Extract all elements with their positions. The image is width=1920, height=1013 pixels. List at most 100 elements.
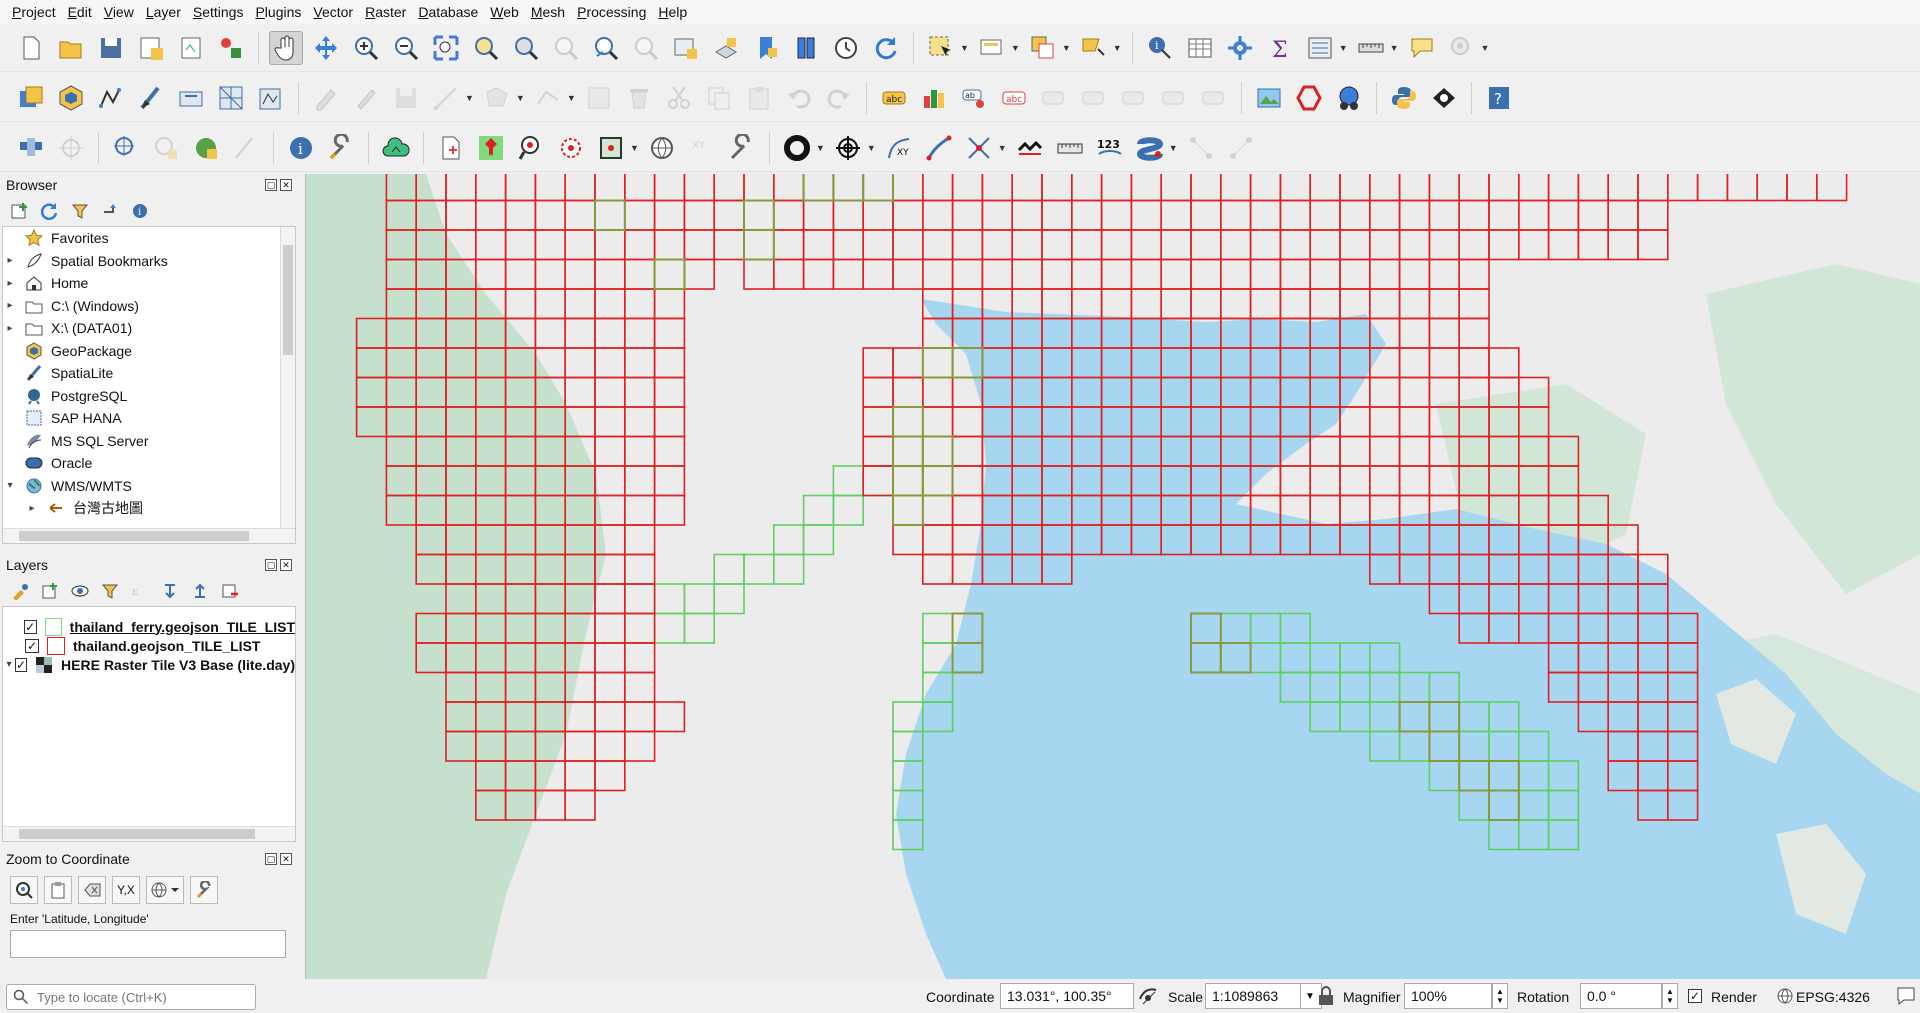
trace-icon[interactable] xyxy=(229,131,263,165)
float-panel-button[interactable]: ▢ xyxy=(265,559,277,571)
new-project-icon[interactable] xyxy=(14,31,48,65)
capture-coordinate-icon[interactable] xyxy=(831,131,865,165)
chevron-down-icon[interactable]: ▼ xyxy=(960,43,969,53)
xy-tools-icon[interactable]: XY xyxy=(685,131,719,165)
menu-edit[interactable]: Edit xyxy=(62,4,98,20)
expand-arrow-icon[interactable]: ▸ xyxy=(3,255,17,266)
label-settings-icon[interactable]: abc xyxy=(877,81,911,115)
chevron-down-icon[interactable]: ▼ xyxy=(567,93,576,103)
bounding-box-icon[interactable] xyxy=(594,131,628,165)
target-zoom-icon[interactable] xyxy=(554,131,588,165)
cut-features-icon[interactable] xyxy=(662,81,696,115)
chevron-down-icon[interactable]: ▼ xyxy=(1390,43,1399,53)
measure-icon[interactable] xyxy=(1354,31,1388,65)
help-icon[interactable]: ? xyxy=(1482,81,1516,115)
mmqgis-icon[interactable] xyxy=(189,131,223,165)
wrench-icon[interactable] xyxy=(324,131,358,165)
change-label-icon[interactable] xyxy=(1197,81,1231,115)
expand-arrow-icon[interactable]: ▸ xyxy=(3,278,17,289)
intersection-icon[interactable] xyxy=(962,131,996,165)
close-panel-button[interactable]: ✕ xyxy=(280,853,292,865)
horizontal-scrollbar[interactable] xyxy=(3,528,295,543)
show-hide-labels-icon[interactable] xyxy=(1077,81,1111,115)
diagram-settings-icon[interactable] xyxy=(917,81,951,115)
chevron-down-icon[interactable]: ▼ xyxy=(867,143,876,153)
toggle-editing-icon[interactable] xyxy=(349,81,383,115)
crosshair-icon[interactable] xyxy=(54,131,88,165)
render-checkbox[interactable]: ✓ xyxy=(1688,987,1702,1003)
open-attribute-form-icon[interactable] xyxy=(1303,31,1337,65)
layer-symbol-icon[interactable] xyxy=(47,636,65,655)
vertical-scrollbar[interactable] xyxy=(280,227,295,528)
menu-view[interactable]: View xyxy=(98,4,140,20)
add-polygon-icon[interactable] xyxy=(480,81,514,115)
layer-symbol-icon[interactable] xyxy=(44,617,62,636)
chevron-down-icon[interactable]: ▼ xyxy=(816,143,825,153)
statistics-icon[interactable]: Σ xyxy=(1263,31,1297,65)
pin-icon[interactable] xyxy=(474,131,508,165)
menu-mesh[interactable]: Mesh xyxy=(525,4,571,20)
crs-button[interactable]: EPSG:4326 xyxy=(1796,989,1870,1005)
copy-features-icon[interactable] xyxy=(702,81,736,115)
collapse-all-layers-icon[interactable] xyxy=(190,581,210,601)
crs-globe-icon[interactable] xyxy=(146,876,184,904)
pan-icon[interactable] xyxy=(269,30,303,65)
snap-settings-icon[interactable] xyxy=(149,131,183,165)
settings-wrench-icon[interactable] xyxy=(190,876,218,904)
yx-order-button[interactable]: Y,X xyxy=(112,876,140,904)
rotate-label-icon[interactable] xyxy=(1157,81,1191,115)
show-bookmarks-icon[interactable] xyxy=(789,31,823,65)
map-canvas[interactable] xyxy=(305,174,1920,979)
clear-coordinate-icon[interactable] xyxy=(78,876,106,904)
layer-visibility-checkbox[interactable]: ✓ xyxy=(23,619,37,634)
new-virtual-layer-icon[interactable] xyxy=(174,81,208,115)
dock-widget-icon[interactable] xyxy=(14,131,48,165)
zoom-to-coordinate-icon[interactable] xyxy=(10,876,38,904)
layer-item[interactable]: ✓ thailand_ferry.geojson_TILE_LIST xyxy=(3,617,295,636)
browser-item-[interactable]: ▸ 台灣古地圖 xyxy=(3,497,295,520)
menu-layer[interactable]: Layer xyxy=(140,4,187,20)
close-panel-button[interactable]: ✕ xyxy=(280,559,292,571)
quickmapservices-icon[interactable] xyxy=(1332,81,1366,115)
remove-layer-icon[interactable] xyxy=(220,581,240,601)
new-3d-view-icon[interactable] xyxy=(709,31,743,65)
shape-tools-icon[interactable] xyxy=(1133,131,1167,165)
browser-item-spatial-bookmarks[interactable]: ▸ Spatial Bookmarks xyxy=(3,250,295,273)
chevron-down-icon[interactable]: ▼ xyxy=(1011,43,1020,53)
new-spatialite-layer-icon[interactable] xyxy=(134,81,168,115)
plugin-icon[interactable] xyxy=(1427,81,1461,115)
select-by-location-icon[interactable] xyxy=(1077,31,1111,65)
filter-legend-icon[interactable] xyxy=(100,581,120,601)
browser-item-spatialite[interactable]: SpatiaLite xyxy=(3,362,295,385)
chevron-down-icon[interactable]: ▼ xyxy=(465,93,474,103)
refresh-browser-icon[interactable] xyxy=(40,201,60,221)
browser-item-wms-wmts[interactable]: ▾ WMS/WMTS xyxy=(3,475,295,498)
float-panel-button[interactable]: ▢ xyxy=(265,853,277,865)
horizontal-scrollbar[interactable] xyxy=(3,826,295,841)
new-bookmark-icon[interactable] xyxy=(749,31,783,65)
layer-item[interactable]: ✓ thailand.geojson_TILE_LIST xyxy=(3,636,295,655)
browser-item-oracle[interactable]: Oracle xyxy=(3,452,295,475)
menu-vector[interactable]: Vector xyxy=(307,4,359,20)
zoom-to-layer-icon[interactable] xyxy=(509,31,543,65)
deselect-features-icon[interactable] xyxy=(1026,31,1060,65)
modify-attributes-icon[interactable] xyxy=(582,81,616,115)
show-unplaced-labels-icon[interactable]: abc xyxy=(997,81,1031,115)
browser-item-c-windows[interactable]: ▸ C:\ (Windows) xyxy=(3,295,295,318)
snapping-icon[interactable] xyxy=(109,131,143,165)
browser-item-geopackage[interactable]: GeoPackage xyxy=(3,340,295,363)
topology-checker-icon[interactable] xyxy=(1292,81,1326,115)
line-tool-icon[interactable] xyxy=(922,131,956,165)
vertex-tool-icon[interactable] xyxy=(531,81,565,115)
highlight-pin-labels-icon[interactable]: ab xyxy=(957,81,991,115)
zoom-out-icon[interactable] xyxy=(389,31,423,65)
zoom-to-selection-icon[interactable] xyxy=(469,31,503,65)
open-project-icon[interactable] xyxy=(54,31,88,65)
layer-item[interactable]: ▾ ✓ HERE Raster Tile V3 Base (lite.day) xyxy=(3,655,295,674)
locator-search[interactable]: Type to locate (Ctrl+K) xyxy=(6,984,256,1010)
xy-line-icon[interactable]: XY xyxy=(882,131,916,165)
expand-arrow-icon[interactable]: ▾ xyxy=(3,480,17,491)
layer-visibility-checkbox[interactable]: ✓ xyxy=(25,638,39,653)
new-shapefile-layer-icon[interactable] xyxy=(94,81,128,115)
attribute-table-icon[interactable] xyxy=(1183,31,1217,65)
